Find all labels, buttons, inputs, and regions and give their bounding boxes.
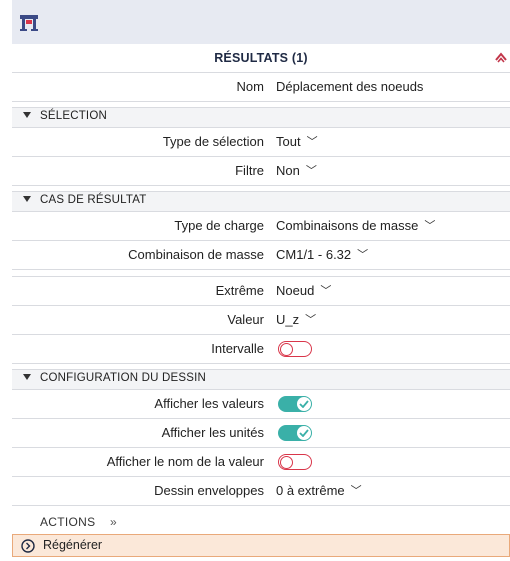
actions-label: ACTIONS [40, 515, 96, 529]
results-panel: RÉSULTATS (1) Nom Déplacement des noeuds… [12, 44, 510, 561]
double-chevron-right-icon[interactable]: » [110, 515, 117, 529]
show-values-label: Afficher les valeurs [154, 396, 264, 411]
section-drawing-config[interactable]: CONFIGURATION DU DESSIN [12, 369, 510, 390]
show-value-name-row: Afficher le nom de la valeur [12, 448, 510, 477]
extreme-row: Extrême Noeud ﹀ [12, 277, 510, 306]
chevron-down-icon: ﹀ [306, 136, 318, 148]
mass-combination-value: CM1/1 - 6.32 [276, 247, 352, 262]
check-icon [299, 429, 309, 437]
panel-title: RÉSULTATS (1) [214, 51, 308, 65]
filter-row: Filtre Non ﹀ [12, 157, 510, 186]
section-selection[interactable]: SÉLECTION [12, 107, 510, 128]
collapse-triangle-icon[interactable] [23, 112, 31, 118]
envelope-drawing-dropdown[interactable]: 0 à extrême ﹀ [276, 483, 362, 499]
envelope-drawing-row: Dessin enveloppes 0 à extrême ﹀ [12, 477, 510, 506]
extreme-label: Extrême [215, 283, 264, 298]
chevron-down-icon: ﹀ [424, 220, 436, 232]
collapse-triangle-icon[interactable] [23, 196, 31, 202]
value-value: U_z [276, 312, 300, 327]
selection-type-value: Tout [276, 134, 301, 149]
chevron-down-icon: ﹀ [320, 285, 332, 297]
regenerate-label: Régénérer [43, 538, 103, 552]
value-dropdown[interactable]: U_z ﹀ [276, 312, 316, 328]
extreme-dropdown[interactable]: Noeud ﹀ [276, 283, 331, 299]
show-value-name-label: Afficher le nom de la valeur [106, 454, 264, 469]
filter-value: Non [276, 163, 300, 178]
structure-table-icon[interactable] [18, 12, 40, 34]
show-units-toggle[interactable] [278, 425, 312, 441]
actions-header[interactable]: ACTIONS » [12, 512, 510, 535]
load-type-value: Combinaisons de masse [276, 218, 419, 233]
interval-toggle[interactable] [278, 341, 312, 357]
name-label: Nom [236, 79, 264, 94]
section-drawing-config-title: CONFIGURATION DU DESSIN [40, 372, 207, 384]
show-units-label: Afficher les unités [161, 425, 264, 440]
mass-combination-row: Combinaison de masse CM1/1 - 6.32 ﹀ [12, 241, 510, 270]
show-values-toggle[interactable] [278, 396, 312, 412]
mass-combination-dropdown[interactable]: CM1/1 - 6.32 ﹀ [276, 247, 368, 263]
interval-label: Intervalle [211, 341, 264, 356]
envelope-drawing-label: Dessin enveloppes [154, 483, 264, 498]
regenerate-button[interactable]: Régénérer [12, 534, 510, 557]
load-type-label: Type de charge [174, 218, 264, 233]
collapse-triangle-icon[interactable] [23, 374, 31, 380]
envelope-drawing-value: 0 à extrême [276, 483, 345, 498]
selection-type-row: Type de sélection Tout ﹀ [12, 128, 510, 157]
chevron-up-icon[interactable] [494, 50, 508, 64]
show-units-row: Afficher les unités [12, 419, 510, 448]
interval-row: Intervalle [12, 335, 510, 364]
section-selection-title: SÉLECTION [40, 110, 107, 122]
check-icon [299, 400, 309, 408]
top-toolbar [12, 0, 510, 45]
section-result-case[interactable]: CAS DE RÉSULTAT [12, 191, 510, 212]
name-value[interactable]: Déplacement des noeuds [276, 79, 423, 94]
chevron-down-icon: ﹀ [305, 165, 317, 177]
value-row: Valeur U_z ﹀ [12, 306, 510, 335]
filter-label: Filtre [235, 163, 264, 178]
show-values-row: Afficher les valeurs [12, 390, 510, 419]
value-label: Valeur [227, 312, 264, 327]
extreme-value: Noeud [276, 283, 315, 298]
chevron-down-icon: ﹀ [357, 249, 369, 261]
divider [12, 270, 510, 277]
load-type-row: Type de charge Combinaisons de masse ﹀ [12, 212, 510, 241]
selection-type-label: Type de sélection [162, 134, 264, 149]
panel-header: RÉSULTATS (1) [12, 44, 510, 73]
chevron-down-icon: ﹀ [350, 485, 362, 497]
filter-dropdown[interactable]: Non ﹀ [276, 163, 317, 179]
selection-type-dropdown[interactable]: Tout ﹀ [276, 134, 318, 150]
name-row: Nom Déplacement des noeuds [12, 73, 510, 102]
section-result-case-title: CAS DE RÉSULTAT [40, 194, 147, 206]
load-type-dropdown[interactable]: Combinaisons de masse ﹀ [276, 218, 435, 234]
mass-combination-label: Combinaison de masse [128, 247, 264, 262]
chevron-down-icon: ﹀ [305, 314, 317, 326]
show-value-name-toggle[interactable] [278, 454, 312, 470]
circle-chevron-right-icon [21, 539, 35, 553]
